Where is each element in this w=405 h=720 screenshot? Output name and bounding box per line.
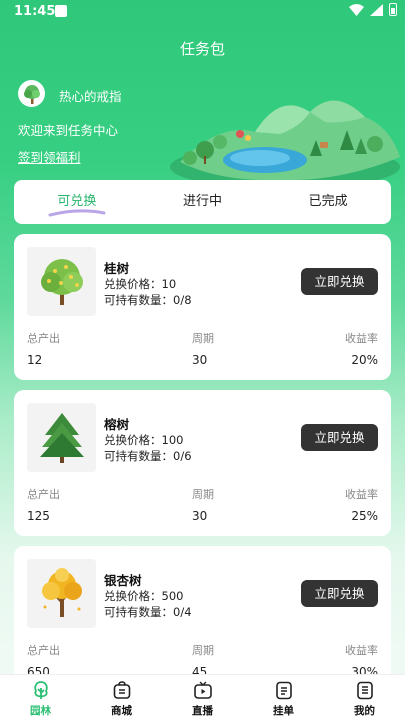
nav-label: 园林 — [30, 705, 51, 717]
welcome-text: 欢迎来到任务中心 — [18, 123, 119, 138]
item-hold-count: 可持有数量：0/8 — [104, 293, 192, 307]
notification-icon — [55, 5, 67, 17]
item-name: 榕树 — [104, 417, 130, 432]
total-output-label: 总产出 — [27, 488, 60, 501]
tree-icon — [33, 681, 48, 699]
yield-label: 收益率 — [345, 332, 378, 345]
item-list[interactable]: 桂树 兑换价格：10 可持有数量：0/8 立即兑换 总产出 周期 收益率 12 … — [0, 224, 405, 674]
page-title: 任务包 — [179, 40, 225, 58]
tab-label: 已完成 — [308, 194, 348, 209]
nav-profile[interactable]: 我的 — [324, 675, 405, 720]
period-label: 周期 — [192, 644, 214, 657]
exchange-button[interactable]: 立即兑换 — [301, 424, 378, 451]
item-name: 银杏树 — [104, 573, 142, 588]
profile-doc-icon — [356, 681, 373, 700]
item-card-ginkgo: 银杏树 兑换价格：500 可持有数量：0/4 立即兑换 总产出 周期 收益率 6… — [14, 546, 391, 674]
total-output-label: 总产出 — [27, 644, 60, 657]
period-value: 45 — [192, 665, 208, 674]
ginkgo-tree-icon — [41, 567, 82, 617]
yield-value: 20% — [351, 353, 378, 367]
nav-garden[interactable]: 园林 — [0, 675, 81, 720]
wifi-icon — [349, 3, 364, 16]
item-thumbnail — [27, 403, 96, 472]
username: 热心的戒指 — [59, 89, 122, 104]
nav-live[interactable]: 直播 — [162, 675, 243, 720]
item-hold-count: 可持有数量：0/6 — [104, 449, 192, 463]
period-label: 周期 — [192, 332, 214, 345]
period-value: 30 — [192, 353, 208, 367]
item-thumbnail — [27, 559, 96, 628]
tab-label: 进行中 — [183, 194, 223, 209]
yield-label: 收益率 — [345, 644, 378, 657]
yield-label: 收益率 — [345, 488, 378, 501]
osmanthus-tree-icon — [40, 258, 83, 305]
item-card-osmanthus: 桂树 兑换价格：10 可持有数量：0/8 立即兑换 总产出 周期 收益率 12 … — [14, 234, 391, 380]
avatar[interactable] — [18, 80, 45, 107]
nav-label: 挂单 — [273, 705, 294, 717]
tab-in-progress[interactable]: 进行中 — [140, 180, 266, 224]
exchange-button[interactable]: 立即兑换 — [301, 580, 378, 607]
nav-label: 商城 — [111, 705, 132, 717]
order-list-icon — [275, 681, 292, 700]
nav-orders[interactable]: 挂单 — [243, 675, 324, 720]
bottom-nav: 园林 商城 直播 挂单 我的 — [0, 674, 405, 720]
nav-label: 我的 — [354, 705, 375, 717]
tab-exchangeable[interactable]: 可兑换 — [14, 180, 140, 224]
status-bar: 11:45 — [0, 0, 405, 24]
avatar-tree-icon — [23, 84, 40, 104]
status-time: 11:45 — [14, 4, 56, 19]
period-value: 30 — [192, 509, 208, 523]
total-output-value: 650 — [27, 665, 50, 674]
tab-completed[interactable]: 已完成 — [265, 180, 391, 224]
yield-value: 30% — [351, 665, 378, 674]
exchange-button[interactable]: 立即兑换 — [301, 268, 378, 295]
battery-icon — [389, 3, 397, 16]
total-output-value: 125 — [27, 509, 50, 523]
total-output-value: 12 — [27, 353, 43, 367]
signal-icon — [370, 3, 383, 16]
item-price: 兑换价格：10 — [104, 277, 177, 291]
tv-play-icon — [193, 681, 212, 699]
shop-bag-icon — [113, 681, 130, 699]
item-thumbnail — [27, 247, 96, 316]
tab-bar: 可兑换 进行中 已完成 — [14, 180, 391, 224]
item-price: 兑换价格：500 — [104, 589, 184, 603]
item-hold-count: 可持有数量：0/4 — [104, 605, 192, 619]
forest-island-illustration — [170, 100, 400, 189]
nav-shop[interactable]: 商城 — [81, 675, 162, 720]
yield-value: 25% — [351, 509, 378, 523]
item-card-banyan: 榕树 兑换价格：100 可持有数量：0/6 立即兑换 总产出 周期 收益率 12… — [14, 390, 391, 536]
tab-active-indicator — [48, 209, 106, 217]
period-label: 周期 — [192, 488, 214, 501]
nav-label: 直播 — [192, 705, 213, 717]
item-name: 桂树 — [104, 261, 130, 276]
banyan-tree-icon — [39, 412, 84, 463]
item-price: 兑换价格：100 — [104, 433, 184, 447]
total-output-label: 总产出 — [27, 332, 60, 345]
signin-link[interactable]: 签到领福利 — [18, 147, 81, 166]
